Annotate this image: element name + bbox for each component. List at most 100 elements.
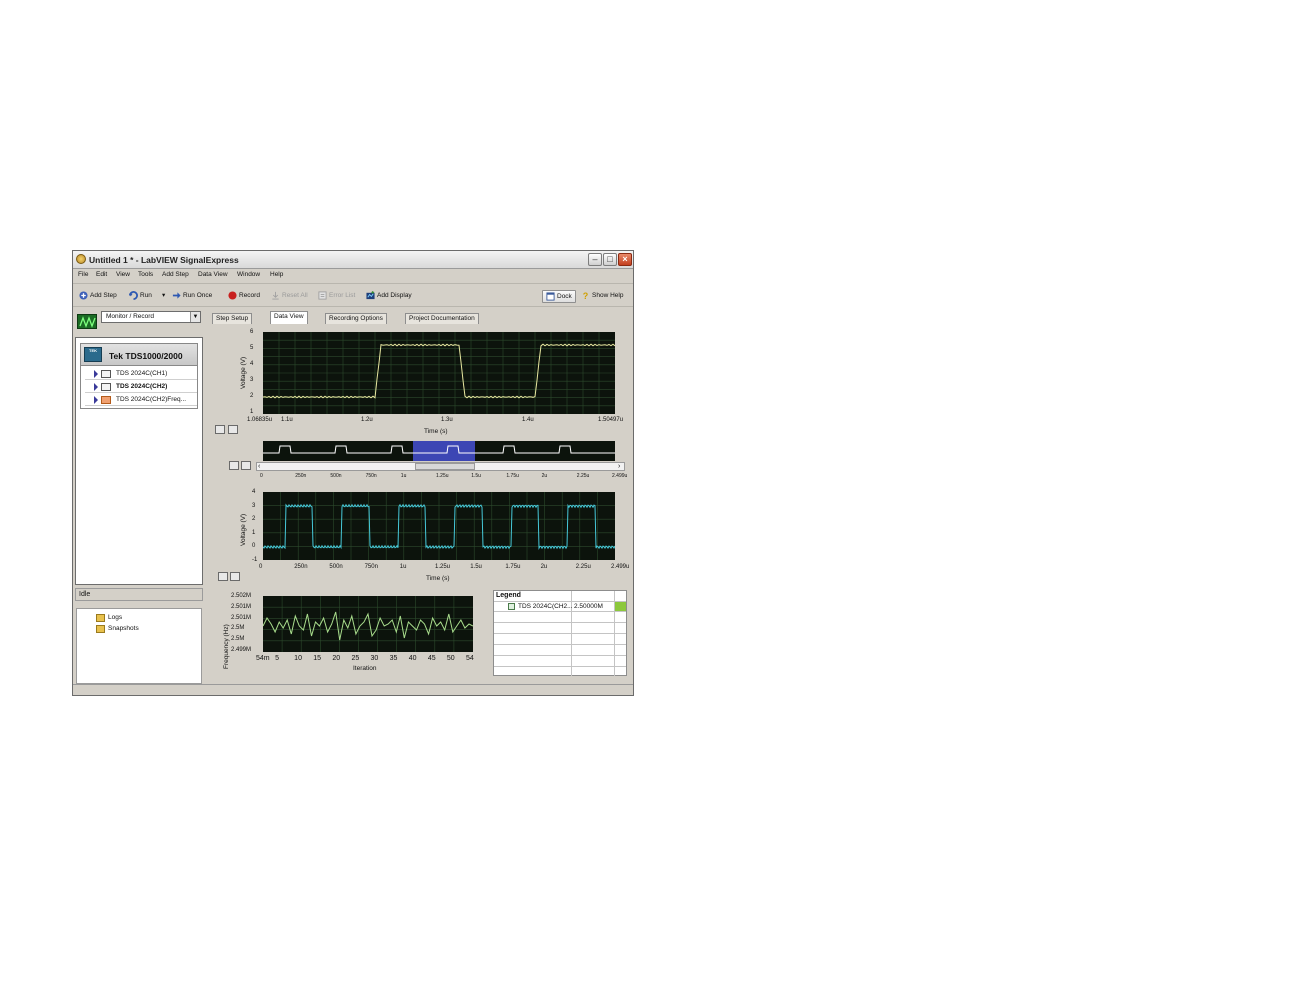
menu-window[interactable]: Window (237, 271, 260, 278)
reset-all-button[interactable]: Reset All (271, 291, 308, 302)
add-step-button[interactable]: Add Step (79, 291, 117, 302)
overview-plot[interactable] (263, 441, 615, 461)
graph3-plot[interactable] (263, 596, 473, 652)
window-title: Untitled 1 * - LabVIEW SignalExpress (89, 255, 239, 265)
run-icon (129, 291, 138, 300)
error-list-button[interactable]: Error List (318, 291, 355, 302)
graph2-zoom-icon[interactable] (218, 572, 228, 581)
x-tick-label: 50 (446, 655, 455, 662)
y-tick-label: 2.5M (231, 636, 245, 643)
x-tick-label: 54 (466, 655, 474, 662)
overview-tick-label: 2u (541, 473, 548, 479)
overview-tick-label: 1.25u (436, 473, 449, 479)
channel-label: TDS 2024C(CH2) (116, 383, 168, 390)
mode-select[interactable]: Monitor / Record ▼ (101, 311, 201, 323)
tab-recording-options[interactable]: Recording Options (325, 313, 387, 324)
graph2-pan-icon[interactable] (230, 572, 240, 581)
y-tick-label: 2.5M (231, 625, 245, 632)
scroll-left-icon[interactable]: ‹ (258, 463, 260, 470)
menu-help[interactable]: Help (270, 271, 283, 278)
legend-checkbox-icon[interactable] (508, 603, 515, 610)
menu-edit[interactable]: Edit (96, 271, 107, 278)
overview-tick-label: 250n (295, 473, 307, 479)
x-tick-label: 45 (427, 655, 436, 662)
run-button[interactable]: Run (129, 291, 152, 302)
zoom-in-icon[interactable] (229, 461, 239, 470)
status-text: Idle (75, 588, 203, 601)
y-tick-label: 2.501M (231, 603, 252, 610)
waveform-icon (101, 383, 111, 391)
x-tick-label: 2u (540, 564, 548, 570)
y-tick-label: 2.501M (231, 614, 252, 621)
x-tick-label: 15 (313, 655, 322, 662)
y-tick-label: 2.499M (231, 647, 252, 653)
x-tick-label: 1.1u (281, 417, 293, 423)
project-tree-panel: TEK Tek TDS1000/2000 TDS 2024C(CH1) TDS … (75, 337, 203, 585)
x-tick-label: 500n (329, 564, 343, 570)
legend-entry-name: TDS 2024C(CH2... (518, 603, 573, 610)
run-dropdown-button[interactable]: ▾ (162, 291, 165, 302)
logs-item[interactable]: Logs (108, 614, 122, 621)
reset-icon (272, 291, 279, 300)
y-tick-label: -1 (252, 557, 258, 563)
menu-add-step[interactable]: Add Step (162, 271, 189, 278)
x-tick-label: 1.75u (505, 564, 521, 570)
expand-arrow-icon[interactable] (94, 383, 98, 391)
tab-project-documentation[interactable]: Project Documentation (405, 313, 479, 324)
close-button[interactable]: × (618, 253, 632, 266)
maximize-button[interactable]: □ (603, 253, 617, 266)
device-header[interactable]: TEK Tek TDS1000/2000 (81, 344, 197, 366)
help-icon: ? (583, 291, 589, 300)
legend-row[interactable]: TDS 2024C(CH2... 2.50000M (494, 602, 626, 611)
x-tick-label: 35 (389, 655, 398, 662)
zoom-tool-icon[interactable] (215, 425, 225, 434)
chevron-down-icon[interactable]: ▼ (190, 312, 200, 322)
title-bar[interactable]: Untitled 1 * - LabVIEW SignalExpress – □… (73, 251, 633, 269)
run-once-button[interactable]: Run Once (172, 291, 212, 302)
tab-data-view[interactable]: Data View (270, 311, 308, 324)
x-tick-label: 2.499u (611, 564, 630, 570)
channel-item[interactable]: TDS 2024C(CH1) (85, 368, 197, 380)
overview-scrollbar[interactable]: ‹ › (256, 462, 625, 471)
zoom-out-icon[interactable] (241, 461, 251, 470)
menu-tools[interactable]: Tools (138, 271, 153, 278)
y-tick-label: 1 (252, 529, 256, 536)
menu-data-view[interactable]: Data View (198, 271, 228, 278)
add-step-icon (79, 291, 88, 300)
app-window: Untitled 1 * - LabVIEW SignalExpress – □… (72, 250, 634, 696)
dock-button[interactable]: Dock (542, 290, 576, 303)
expand-arrow-icon[interactable] (94, 396, 98, 404)
snapshots-folder-icon (96, 625, 105, 633)
overview-tick-label: 2.499u (612, 473, 628, 479)
scroll-thumb[interactable] (415, 463, 475, 470)
legend-color-swatch[interactable] (615, 602, 626, 611)
toolbar: Add Step Run ▾ Run Once Record Reset All… (73, 283, 633, 307)
minimize-button[interactable]: – (588, 253, 602, 266)
menu-view[interactable]: View (116, 271, 130, 278)
svg-text:?: ? (583, 291, 589, 300)
snapshots-item[interactable]: Snapshots (108, 625, 139, 632)
legend-title: Legend (496, 592, 521, 599)
x-tick-label: 1.4u (522, 417, 534, 423)
graph2-plot[interactable] (263, 492, 615, 560)
show-help-button[interactable]: ? Show Help (581, 291, 624, 302)
record-button[interactable]: Record (228, 291, 260, 302)
add-display-button[interactable]: Add Display (366, 291, 412, 302)
x-tick-label: 5 (275, 655, 279, 662)
y-tick-label: 3 (252, 502, 256, 509)
channel-label: TDS 2024C(CH1) (116, 370, 168, 377)
x-tick-label: 1.06835u (247, 417, 273, 423)
tek-device-icon: TEK (84, 347, 102, 362)
device-step[interactable]: TEK Tek TDS1000/2000 TDS 2024C(CH1) TDS … (80, 343, 198, 409)
expand-arrow-icon[interactable] (94, 370, 98, 378)
legend-entry-value: 2.50000M (574, 603, 603, 610)
channel-item[interactable]: TDS 2024C(CH2)Freq... (85, 394, 197, 406)
scroll-right-icon[interactable]: › (618, 463, 620, 470)
y-tick-label: 2.502M (231, 593, 252, 599)
menu-file[interactable]: File (78, 271, 88, 278)
pan-tool-icon[interactable] (228, 425, 238, 434)
graph1-plot[interactable] (263, 332, 615, 414)
run-once-icon (172, 292, 181, 299)
channel-item[interactable]: TDS 2024C(CH2) (85, 381, 197, 393)
tab-step-setup[interactable]: Step Setup (212, 313, 253, 324)
